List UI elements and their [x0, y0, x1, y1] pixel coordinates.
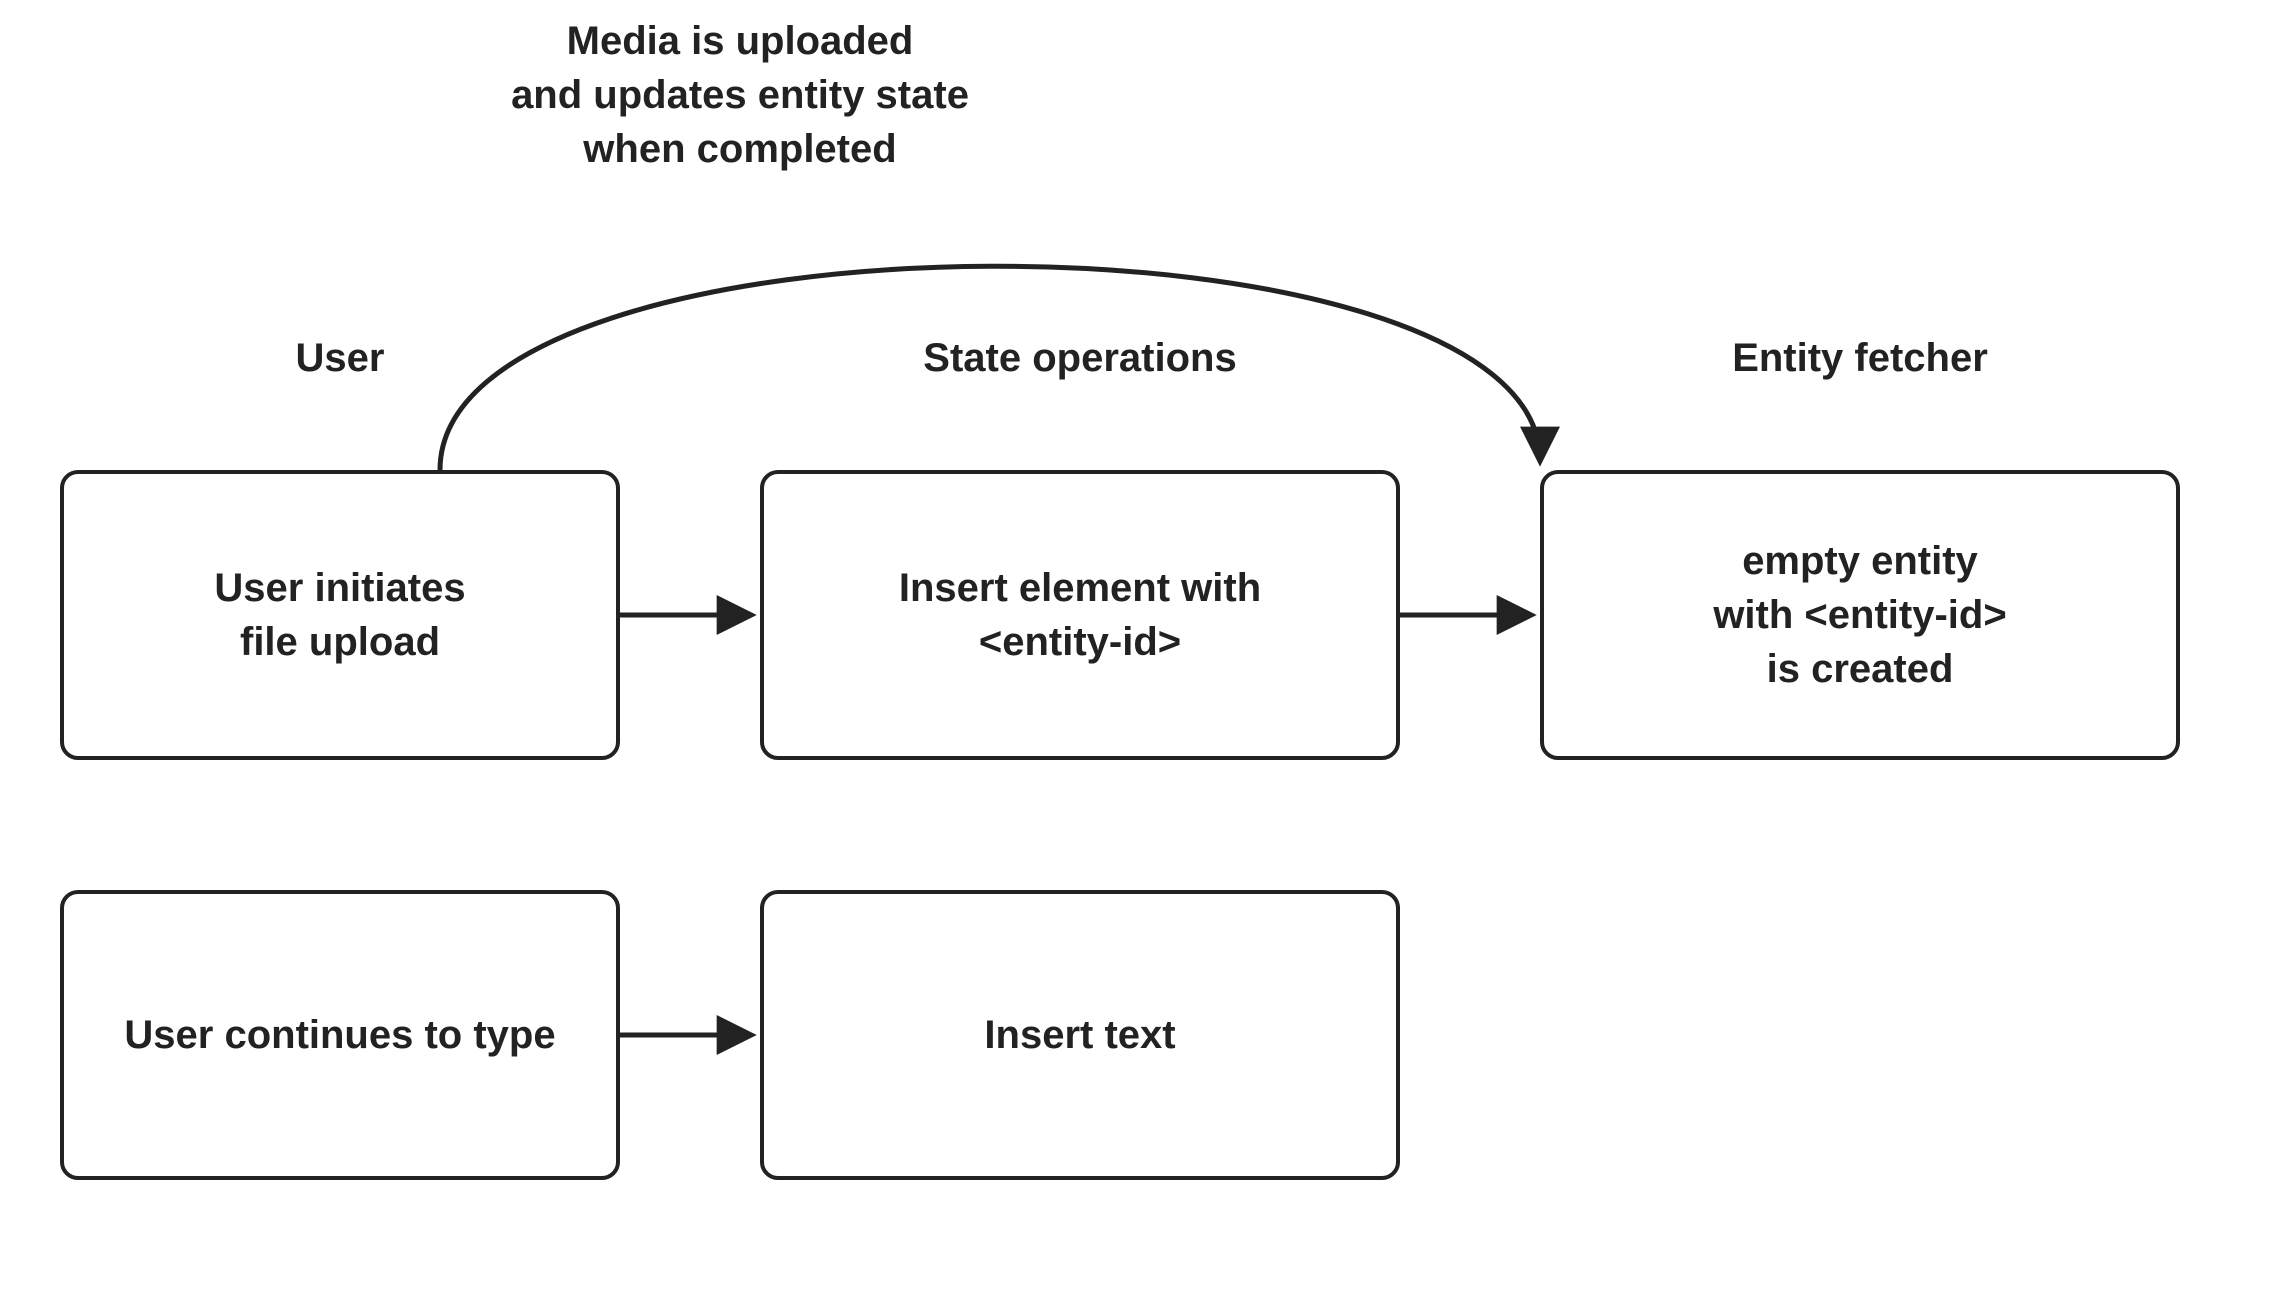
column-header-user: User: [60, 336, 620, 381]
arc-label: Media is uploaded and updates entity sta…: [0, 14, 1480, 176]
arc-label-line1: Media is uploaded: [567, 19, 914, 63]
column-header-state: State operations: [760, 336, 1400, 381]
box-user-initiate-line1: User initiates: [214, 566, 465, 610]
box-empty-entity: empty entity with <entity-id> is created: [1540, 470, 2180, 760]
box-insert-text-text: Insert text: [984, 1008, 1175, 1062]
box-empty-entity-line2: with <entity-id>: [1713, 593, 2006, 637]
box-user-initiate: User initiates file upload: [60, 470, 620, 760]
box-user-type-text: User continues to type: [124, 1008, 555, 1062]
box-user-type: User continues to type: [60, 890, 620, 1180]
box-insert-element-line2: <entity-id>: [979, 620, 1181, 664]
box-insert-element: Insert element with <entity-id>: [760, 470, 1400, 760]
diagram-canvas: Media is uploaded and updates entity sta…: [0, 0, 2285, 1300]
box-empty-entity-line1: empty entity: [1742, 539, 1978, 583]
box-empty-entity-line3: is created: [1767, 647, 1954, 691]
box-insert-text: Insert text: [760, 890, 1400, 1180]
box-user-initiate-line2: file upload: [240, 620, 440, 664]
arc-label-line3: when completed: [583, 127, 896, 171]
column-header-entity: Entity fetcher: [1540, 336, 2180, 381]
arc-label-line2: and updates entity state: [511, 73, 969, 117]
box-insert-element-line1: Insert element with: [899, 566, 1261, 610]
